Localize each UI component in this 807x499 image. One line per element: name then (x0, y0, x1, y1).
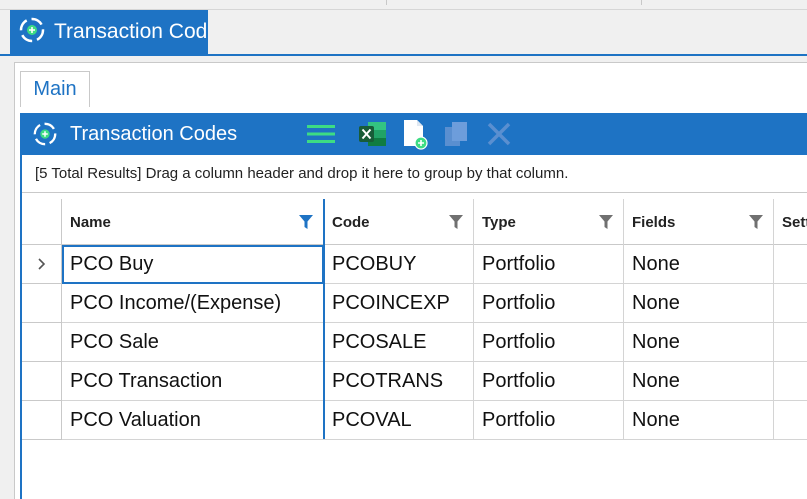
column-header-name[interactable]: Name (62, 199, 324, 245)
new-document-icon[interactable] (394, 116, 436, 152)
table-row[interactable]: PCO Transaction PCOTRANS Portfolio None (22, 362, 807, 401)
hamburger-menu-icon[interactable] (300, 116, 342, 152)
row-indicator-header (22, 199, 62, 245)
table-row[interactable]: PCO Buy PCOBUY Portfolio None (22, 245, 807, 284)
grid-header-row: Name Code Type Fields Set (22, 199, 807, 245)
top-strip (0, 0, 807, 10)
row-indicator[interactable] (22, 245, 62, 284)
row-indicator[interactable] (22, 401, 62, 440)
cell-fields[interactable]: None (624, 401, 774, 440)
app-logo-icon (18, 16, 46, 49)
column-header-label: Sett (782, 213, 807, 231)
tab-main[interactable]: Main (20, 71, 90, 107)
row-indicator[interactable] (22, 284, 62, 323)
column-header-fields[interactable]: Fields (624, 199, 774, 245)
current-row-chevron-icon (37, 258, 45, 270)
column-header-label: Type (482, 213, 516, 231)
cell-type[interactable]: Portfolio (474, 284, 624, 323)
cell-name[interactable]: PCO Sale (62, 323, 324, 362)
cell-fields[interactable]: None (624, 245, 774, 284)
delete-x-icon[interactable] (478, 116, 520, 152)
column-header-code[interactable]: Code (324, 199, 474, 245)
cell-code[interactable]: PCOSALE (324, 323, 474, 362)
cell-fields[interactable]: None (624, 323, 774, 362)
row-indicator[interactable] (22, 323, 62, 362)
cell-type[interactable]: Portfolio (474, 323, 624, 362)
filter-icon[interactable] (449, 215, 463, 233)
tab-strip-underline (0, 54, 807, 56)
column-header-type[interactable]: Type (474, 199, 624, 245)
top-strip-divider (641, 0, 642, 5)
column-header-label: Fields (632, 213, 676, 231)
filter-icon[interactable] (749, 215, 763, 233)
tab-main-label: Main (33, 78, 77, 100)
cell-settings[interactable] (774, 323, 807, 362)
cell-type[interactable]: Portfolio (474, 362, 624, 401)
transaction-codes-grid: Name Code Type Fields Set PCO Buy PCOBUY… (22, 199, 807, 440)
transaction-codes-panel: Transaction Codes [5 Total Results] Drag… (20, 113, 807, 499)
copy-icon[interactable] (436, 116, 478, 152)
cell-name[interactable]: PCO Transaction (62, 362, 324, 401)
cell-type[interactable]: Portfolio (474, 245, 624, 284)
filter-active-icon[interactable] (299, 215, 313, 233)
cell-fields[interactable]: None (624, 284, 774, 323)
grid-body: PCO Buy PCOBUY Portfolio None PCO Income/(Ex… (22, 245, 807, 440)
group-hint-text: [5 Total Results] Drag a column header a… (35, 165, 569, 182)
name-column-separator (323, 199, 325, 439)
cell-settings[interactable] (774, 401, 807, 440)
panel-header: Transaction Codes (22, 113, 807, 155)
cell-code[interactable]: PCOTRANS (324, 362, 474, 401)
filter-icon[interactable] (599, 215, 613, 233)
column-header-label: Name (70, 213, 111, 231)
cell-code[interactable]: PCOINCEXP (324, 284, 474, 323)
document-tab-transaction-code[interactable]: Transaction Code (10, 10, 208, 54)
cell-code[interactable]: PCOBUY (324, 245, 474, 284)
cell-type[interactable]: Portfolio (474, 401, 624, 440)
cell-fields[interactable]: None (624, 362, 774, 401)
cell-name[interactable]: PCO Buy (62, 245, 324, 284)
panel-logo-icon (30, 119, 60, 149)
table-row[interactable]: PCO Income/(Expense) PCOINCEXP Portfolio No… (22, 284, 807, 323)
column-header-settings[interactable]: Sett (774, 199, 807, 245)
cell-settings[interactable] (774, 362, 807, 401)
top-strip-divider (386, 0, 387, 5)
column-header-label: Code (332, 213, 370, 231)
cell-name[interactable]: PCO Valuation (62, 401, 324, 440)
cell-settings[interactable] (774, 284, 807, 323)
group-by-drop-area[interactable]: [5 Total Results] Drag a column header a… (22, 155, 807, 193)
panel-title: Transaction Codes (70, 122, 238, 145)
table-row[interactable]: PCO Valuation PCOVAL Portfolio None (22, 401, 807, 440)
excel-export-icon[interactable] (352, 116, 394, 152)
document-tab-title: Transaction Code (54, 20, 208, 43)
cell-code[interactable]: PCOVAL (324, 401, 474, 440)
cell-settings[interactable] (774, 245, 807, 284)
cell-name[interactable]: PCO Income/(Expense) (62, 284, 324, 323)
table-row[interactable]: PCO Sale PCOSALE Portfolio None (22, 323, 807, 362)
row-indicator[interactable] (22, 362, 62, 401)
